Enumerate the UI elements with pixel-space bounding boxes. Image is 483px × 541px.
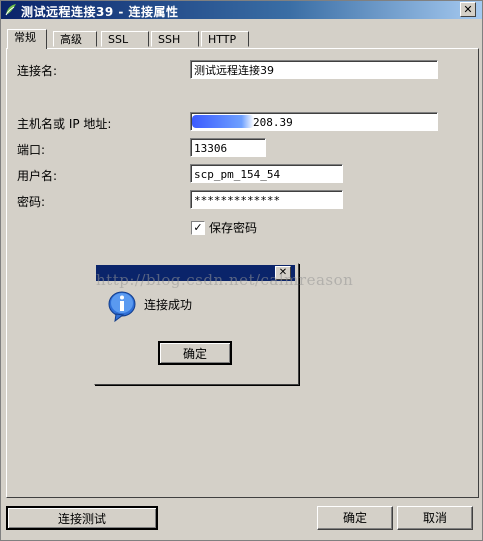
host-field-value: 208.39 bbox=[253, 116, 293, 129]
save-password-checkbox[interactable]: ✓ bbox=[191, 221, 205, 235]
connection-properties-window: 测试远程连接39 - 连接属性 ✕ 常规 高级 SSL SSH HTTP 连接名… bbox=[0, 0, 483, 541]
tab-ssh[interactable]: SSH bbox=[151, 31, 199, 47]
redacted-host-mask bbox=[192, 115, 254, 128]
port-label: 端口: bbox=[17, 143, 46, 157]
navicat-app-icon bbox=[5, 4, 16, 16]
save-password-label: 保存密码 bbox=[209, 221, 258, 235]
password-field[interactable]: ************* bbox=[190, 190, 343, 209]
info-icon bbox=[108, 291, 136, 322]
window-title: 测试远程连接39 - 连接属性 bbox=[21, 5, 179, 19]
title-bar[interactable]: 测试远程连接39 - 连接属性 ✕ bbox=[1, 1, 482, 19]
ok-button[interactable]: 确定 bbox=[317, 506, 393, 530]
connection-name-label: 连接名: bbox=[17, 64, 58, 78]
host-label: 主机名或 IP 地址: bbox=[17, 117, 112, 131]
host-field[interactable]: 208.39 bbox=[190, 112, 438, 131]
password-label: 密码: bbox=[17, 195, 46, 209]
message-ok-button[interactable]: 确定 bbox=[158, 341, 232, 365]
username-label: 用户名: bbox=[17, 169, 58, 183]
username-field[interactable]: scp_pm_154_54 bbox=[190, 164, 343, 183]
watermark-text: http://blog.csdn.net/calmreason bbox=[96, 271, 354, 289]
test-connection-button[interactable]: 连接测试 bbox=[6, 506, 158, 530]
port-field[interactable]: 13306 bbox=[190, 138, 266, 157]
tab-http[interactable]: HTTP bbox=[201, 31, 249, 47]
tab-ssl[interactable]: SSL bbox=[101, 31, 149, 47]
connection-name-field[interactable]: 测试远程连接39 bbox=[190, 60, 438, 79]
window-close-button[interactable]: ✕ bbox=[460, 2, 476, 17]
tab-advanced[interactable]: 高级 bbox=[53, 31, 97, 47]
tab-general[interactable]: 常规 bbox=[7, 29, 47, 49]
cancel-button[interactable]: 取消 bbox=[397, 506, 473, 530]
message-text: 连接成功 bbox=[144, 298, 193, 312]
